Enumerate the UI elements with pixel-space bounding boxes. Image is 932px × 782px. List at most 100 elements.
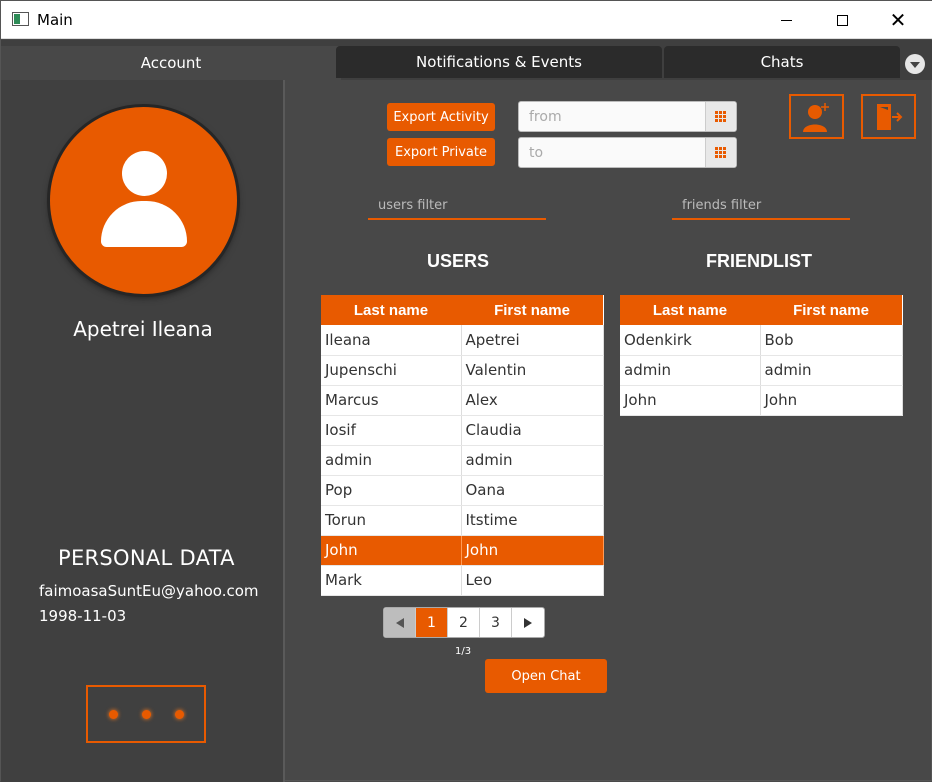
more-dot-icon: [108, 709, 118, 719]
profile-name: Apetrei Ileana: [73, 317, 213, 341]
cell-last-name: Jupenschi: [321, 355, 462, 386]
users-filter-placeholder: users filter: [378, 198, 448, 213]
users-table: Last name First name Ileana Apetrei Jupen…: [321, 295, 604, 596]
logout-button[interactable]: [861, 94, 916, 139]
export-activity-button[interactable]: Export Activity: [387, 103, 495, 131]
personal-data-heading: PERSONAL DATA: [58, 546, 235, 570]
cell-last-name: Odenkirk: [620, 325, 761, 356]
cell-last-name: Marcus: [321, 385, 462, 416]
avatar: [50, 107, 237, 294]
cell-first-name: John: [760, 385, 903, 416]
cell-last-name: John: [620, 385, 761, 416]
close-button[interactable]: ✕: [875, 1, 921, 39]
cell-first-name: admin: [760, 355, 903, 386]
cell-last-name: John: [321, 535, 462, 566]
users-title: USERS: [427, 251, 490, 271]
minimize-icon: [780, 19, 792, 21]
table-row[interactable]: Mark Leo: [321, 565, 604, 596]
to-calendar-button[interactable]: [705, 138, 736, 167]
close-icon: ✕: [889, 8, 907, 32]
page-indicator: 1/3: [455, 646, 472, 657]
cell-last-name: admin: [620, 355, 761, 386]
app-icon: [12, 12, 29, 26]
more-options-button[interactable]: [86, 685, 206, 743]
table-row[interactable]: Pop Oana: [321, 475, 604, 506]
next-page-button[interactable]: [512, 608, 544, 637]
friendlist-title: FRIENDLIST: [706, 251, 812, 271]
friends-filter-placeholder: friends filter: [682, 198, 762, 213]
table-row-selected[interactable]: John John: [321, 535, 604, 566]
table-row[interactable]: admin admin: [321, 445, 604, 476]
cell-last-name: Iosif: [321, 415, 462, 446]
tab-overflow-menu-button[interactable]: [905, 54, 925, 74]
avatar-body: [101, 201, 187, 247]
cell-first-name: Oana: [461, 475, 604, 506]
tab-account[interactable]: Account: [1, 46, 341, 80]
friends-filter-input[interactable]: friends filter: [672, 194, 850, 220]
users-header-row: Last name First name: [321, 295, 603, 325]
page-button-3[interactable]: 3: [480, 608, 512, 637]
users-col-last-name[interactable]: Last name: [321, 295, 461, 325]
tab-chats[interactable]: Chats: [664, 46, 900, 78]
page-button-1[interactable]: 1: [416, 608, 448, 637]
users-filter-input[interactable]: users filter: [368, 194, 546, 220]
cell-first-name: John: [461, 535, 604, 566]
profile-email: faimoasaSuntEu@yahoo.com: [39, 582, 259, 600]
cell-last-name: Ileana: [321, 325, 462, 356]
table-row[interactable]: Ileana Apetrei: [321, 325, 604, 356]
table-row[interactable]: admin admin: [620, 355, 903, 386]
friendlist-table: Last name First name Odenkirk Bob admin ad…: [620, 295, 903, 416]
tab-bar: Account Notifications & Events Chats: [1, 40, 932, 80]
cell-last-name: admin: [321, 445, 462, 476]
table-row[interactable]: Odenkirk Bob: [620, 325, 903, 356]
friends-header-row: Last name First name: [620, 295, 902, 325]
cell-last-name: Torun: [321, 505, 462, 536]
table-row[interactable]: Jupenschi Valentin: [321, 355, 604, 386]
cell-first-name: admin: [461, 445, 604, 476]
add-friend-button[interactable]: [789, 94, 844, 139]
users-col-first-name[interactable]: First name: [461, 295, 603, 325]
maximize-button[interactable]: [819, 1, 865, 39]
friends-col-first-name[interactable]: First name: [760, 295, 902, 325]
cell-last-name: Pop: [321, 475, 462, 506]
cell-first-name: Bob: [760, 325, 903, 356]
arrow-right-icon: [524, 617, 532, 628]
arrow-left-icon: [395, 617, 404, 628]
to-date-field[interactable]: to: [518, 137, 737, 168]
tab-notifications-events[interactable]: Notifications & Events: [336, 46, 662, 78]
window-title: Main: [37, 11, 73, 29]
to-date-placeholder: to: [529, 145, 544, 161]
profile-birthdate: 1998-11-03: [39, 607, 127, 625]
cell-first-name: Valentin: [461, 355, 604, 386]
prev-page-button[interactable]: [384, 608, 416, 637]
page-button-2[interactable]: 2: [448, 608, 480, 637]
more-dot-icon: [174, 709, 184, 719]
from-date-placeholder: from: [529, 109, 562, 125]
calendar-icon: [715, 147, 727, 158]
logout-icon: [876, 103, 902, 130]
cell-last-name: Mark: [321, 565, 462, 596]
cell-first-name: Leo: [461, 565, 604, 596]
friends-col-last-name[interactable]: Last name: [620, 295, 760, 325]
table-row[interactable]: Marcus Alex: [321, 385, 604, 416]
pagination: 1 2 3: [383, 607, 545, 638]
cell-first-name: Itstime: [461, 505, 604, 536]
export-private-button[interactable]: Export Private: [387, 138, 495, 166]
table-row[interactable]: Iosif Claudia: [321, 415, 604, 446]
open-chat-button[interactable]: Open Chat: [485, 659, 607, 693]
add-user-icon: [802, 102, 829, 132]
from-calendar-button[interactable]: [705, 102, 736, 131]
title-bar: Main ✕: [1, 1, 932, 39]
cell-first-name: Apetrei: [461, 325, 604, 356]
profile-sidebar: Apetrei Ileana PERSONAL DATA faimoasaSun…: [1, 80, 285, 782]
calendar-icon: [715, 111, 727, 122]
table-row[interactable]: Torun Itstime: [321, 505, 604, 536]
minimize-button[interactable]: [763, 1, 809, 39]
from-date-field[interactable]: from: [518, 101, 737, 132]
main-window: Main ✕ Account Notifications & Events Ch…: [0, 0, 932, 782]
table-row[interactable]: John John: [620, 385, 903, 416]
cell-first-name: Claudia: [461, 415, 604, 446]
cell-first-name: Alex: [461, 385, 604, 416]
more-dot-icon: [141, 709, 151, 719]
maximize-icon: [836, 14, 848, 26]
